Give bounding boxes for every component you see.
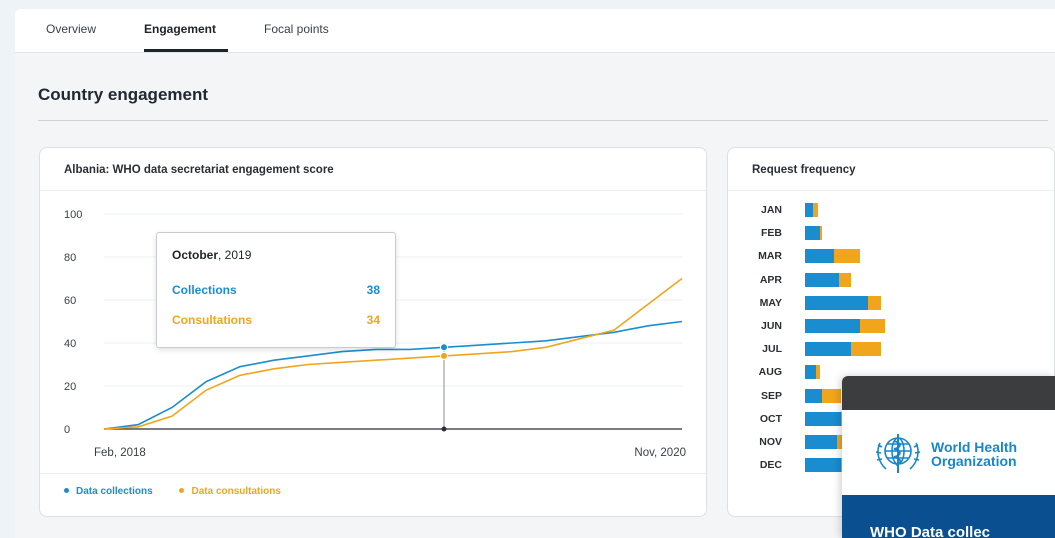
bar-consultations-aug[interactable] xyxy=(815,365,820,380)
bar-collections-jun[interactable] xyxy=(805,319,860,333)
month-label-mar: MAR xyxy=(758,250,782,263)
y-tick-label: 100 xyxy=(64,209,82,221)
chart-tooltip: October, 2019 Collections 38 Consultatio… xyxy=(156,232,396,348)
section-divider xyxy=(38,120,1048,121)
legend-dot-collections xyxy=(64,487,69,493)
bar-collections-jul[interactable] xyxy=(805,342,852,357)
tooltip-collections-row: Collections 38 xyxy=(172,283,380,297)
month-label-feb: FEB xyxy=(761,227,782,240)
chart-legend: Data collections Data consultations xyxy=(64,486,305,497)
x-tick-label: Nov, 2020 xyxy=(634,447,686,459)
bar-collections-oct[interactable] xyxy=(805,411,841,426)
tooltip-consultations-value: 34 xyxy=(366,313,380,327)
tooltip-consultations-label: Consultations xyxy=(172,313,252,327)
active-tab-indicator xyxy=(144,49,228,52)
month-label-jul: JUL xyxy=(762,343,782,356)
bar-collections-apr[interactable] xyxy=(805,272,839,287)
y-tick-label: 20 xyxy=(64,381,76,393)
tooltip-date: October, 2019 xyxy=(172,248,251,262)
bar-collections-mar[interactable] xyxy=(805,249,835,264)
y-tick-label: 60 xyxy=(64,295,76,307)
bar-consultations-sep[interactable] xyxy=(821,388,841,403)
tooltip-collections-value: 38 xyxy=(366,283,380,297)
y-tick-label: 40 xyxy=(64,338,76,350)
legend-divider xyxy=(40,473,706,474)
tab-focal-points[interactable]: Focal points xyxy=(264,22,329,36)
legend-dot-consultations xyxy=(179,487,185,493)
month-label-aug: AUG xyxy=(758,366,782,379)
hover-axis-point xyxy=(441,426,447,432)
bar-collections-dec[interactable] xyxy=(805,458,841,473)
month-label-apr: APR xyxy=(759,273,782,286)
tab-engagement[interactable]: Engagement xyxy=(144,22,216,36)
engagement-score-card: Albania: WHO data secretariat engagement… xyxy=(39,147,707,517)
bar-consultations-apr[interactable] xyxy=(838,272,852,287)
y-tick-label: 0 xyxy=(64,424,70,436)
who-name-line2: Organization xyxy=(931,453,1017,469)
who-panel-header xyxy=(842,376,1055,410)
tooltip-collections-label: Collections xyxy=(172,283,237,297)
bar-consultations-mar[interactable] xyxy=(834,249,860,264)
hover-point-collections xyxy=(440,343,448,352)
card-header-divider xyxy=(728,190,1054,191)
y-tick-label: 80 xyxy=(64,252,76,264)
who-organization-name: World Health Organization xyxy=(931,440,1017,468)
legend-label-consultations: Data consultations xyxy=(191,486,281,497)
tooltip-year: , 2019 xyxy=(218,248,252,262)
section-title: Country engagement xyxy=(38,85,209,104)
who-emblem-icon xyxy=(875,434,921,473)
tab-overview[interactable]: Overview xyxy=(46,22,96,36)
bar-consultations-may[interactable] xyxy=(868,295,881,310)
tab-bar: Overview Engagement Focal points xyxy=(15,9,1055,53)
hover-point-consultations xyxy=(440,351,448,360)
who-info-panel: World Health Organization WHO Data colle… xyxy=(842,376,1055,538)
bar-collections-feb[interactable] xyxy=(805,226,820,241)
bar-consultations-jun[interactable] xyxy=(859,319,885,333)
month-label-nov: NOV xyxy=(759,436,782,448)
bar-collections-sep[interactable] xyxy=(805,388,822,403)
month-label-oct: OCT xyxy=(759,412,782,425)
bar-collections-aug[interactable] xyxy=(805,365,816,380)
month-label-jun: JUN xyxy=(760,320,782,332)
tooltip-consultations-row: Consultations 34 xyxy=(172,313,380,327)
bar-collections-jan[interactable] xyxy=(805,203,814,217)
who-footer-text: WHO Data collec xyxy=(870,524,991,538)
legend-item-collections[interactable]: Data collections xyxy=(64,486,153,497)
legend-label-collections: Data collections xyxy=(76,486,153,497)
x-tick-label: Feb, 2018 xyxy=(94,447,146,459)
legend-item-consultations[interactable]: Data consultations xyxy=(179,486,281,497)
bar-consultations-jul[interactable] xyxy=(851,342,881,357)
bar-collections-nov[interactable] xyxy=(805,435,837,449)
bar-consultations-feb[interactable] xyxy=(819,226,822,241)
month-label-sep: SEP xyxy=(760,389,782,402)
month-label-dec: DEC xyxy=(759,459,782,472)
request-card-title: Request frequency xyxy=(752,164,856,176)
tooltip-month: October xyxy=(172,248,219,262)
who-name-line1: World Health xyxy=(931,439,1018,455)
month-label-may: MAY xyxy=(759,296,782,309)
month-label-jan: JAN xyxy=(760,204,782,216)
bar-consultations-jan[interactable] xyxy=(813,203,818,217)
bar-collections-may[interactable] xyxy=(805,295,868,310)
